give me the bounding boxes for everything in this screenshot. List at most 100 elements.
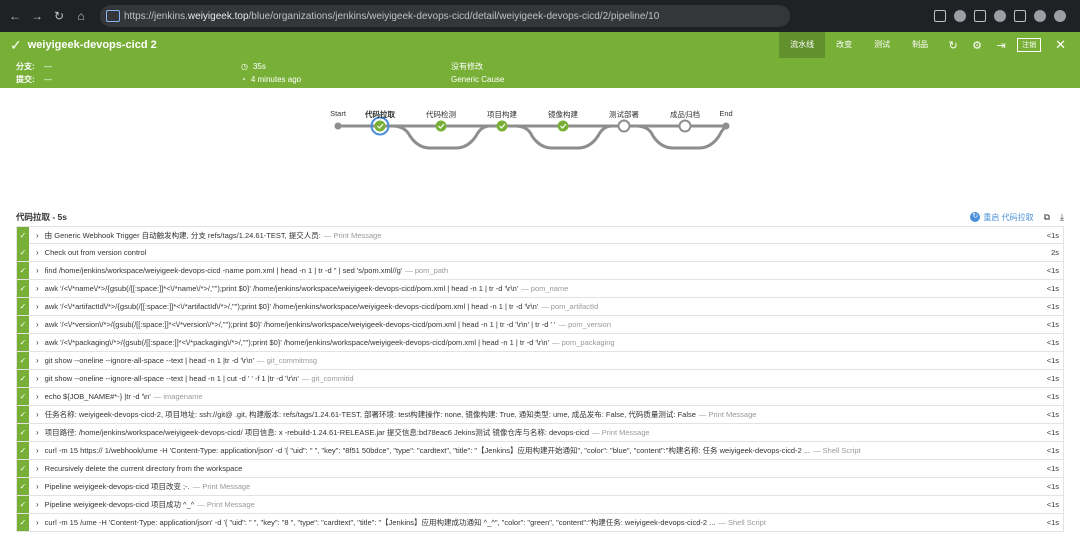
tab-pipeline[interactable]: 流水线 [779,32,826,58]
reader-icon[interactable] [934,10,946,22]
expand-caret-icon[interactable]: › [36,374,39,383]
step-command: git show --oneline --ignore-all-space --… [44,356,255,365]
stage-node-skipped[interactable] [678,119,692,133]
back-icon[interactable]: ← [6,7,24,25]
step-success-icon: ✓ [17,478,29,495]
log-step-row[interactable]: ✓ › find /home/jenkins/workspace/weiyigeek… [16,262,1064,280]
translate-icon[interactable] [974,10,986,22]
browser-toolbar: ← → ↻ ⌂ https://jenkins.weiyigeek.top/bl… [0,0,1080,32]
expand-caret-icon[interactable]: › [36,392,39,401]
puzzle-icon[interactable] [1014,10,1026,22]
classic-view-icon[interactable]: ⇥ [991,39,1011,52]
home-icon[interactable]: ⌂ [72,7,90,25]
extension-icons [934,10,1074,22]
stage-node-success[interactable] [374,120,386,132]
expand-caret-icon[interactable]: › [36,464,39,473]
stage-label-image-build[interactable]: 镜像构建 [548,109,578,120]
extension-icon[interactable] [954,10,966,22]
restart-stage-button[interactable]: ↻ 重启 代码拉取 [970,212,1034,223]
log-step-row[interactable]: ✓ › 项目路径: /home/jenkins/workspace/weiyigee… [16,424,1064,442]
log-step-row[interactable]: ✓ › Recursively delete the current directo… [16,460,1064,478]
expand-caret-icon[interactable]: › [36,338,39,347]
expand-caret-icon[interactable]: › [36,482,39,491]
stage-node-success[interactable] [435,120,447,132]
stage-label-test-deploy[interactable]: 测试部署 [609,109,639,120]
expand-caret-icon[interactable]: › [36,518,39,527]
log-step-row[interactable]: ✓ › awk '/<\/*artifactId\/*>/{gsub(/[[:spa… [16,298,1064,316]
step-type: — pom_version [558,320,612,329]
log-step-row[interactable]: ✓ › awk '/<\/*version\/*>/{gsub(/[[:space:… [16,316,1064,334]
logout-button[interactable]: 注销 [1017,38,1042,52]
log-step-row[interactable]: ✓ › awk '/<\/*name\/*>/{gsub(/[[:space:]]*… [16,280,1064,298]
site-info-icon[interactable] [106,10,120,22]
log-step-row[interactable]: ✓ › 由 Generic Webhook Trigger 自动触发构建, 分支 r… [16,226,1064,244]
step-success-icon: ✓ [17,262,29,279]
avatar[interactable] [1054,10,1066,22]
step-text: Recursively delete the current directory… [45,464,1027,473]
branch-label: 分支: [16,62,35,71]
reload-icon[interactable]: ↻ [50,7,68,25]
step-text: find /home/jenkins/workspace/weiyigeek-d… [45,266,1027,275]
expand-caret-icon[interactable]: › [36,446,39,455]
tab-tests[interactable]: 测试 [863,32,901,58]
restart-icon: ↻ [970,212,981,222]
log-step-row[interactable]: ✓ › awk '/<\/*packaging\/*>/{gsub(/[[:spac… [16,334,1064,352]
log-step-row[interactable]: ✓ › git show --oneline --ignore-all-space … [16,370,1064,388]
expand-caret-icon[interactable]: › [36,266,39,275]
log-step-row[interactable]: ✓ › curl -m 15 https:// 1/webhook/ume -H '… [16,442,1064,460]
stage-label-code-check[interactable]: 代码检测 [426,109,456,120]
expand-caret-icon[interactable]: › [36,410,39,419]
tab-artifacts[interactable]: 制品 [901,32,939,58]
changes-value: 没有修改 [451,62,483,71]
profile-icon[interactable] [1034,10,1046,22]
open-external-icon[interactable]: ⧉ [1044,212,1050,223]
step-duration: <1s [1046,446,1059,455]
log-step-row[interactable]: ✓ › curl -m 15 /ume -H 'Content-Type: appl… [16,514,1064,532]
log-step-row[interactable]: ✓ › Pipeline weiyigeek-devops-cicd 项目改变 ;-… [16,478,1064,496]
expand-caret-icon[interactable]: › [36,500,39,509]
expand-caret-icon[interactable]: › [36,428,39,437]
log-step-row[interactable]: ✓ › Check out from version control 2s [16,244,1064,262]
expand-caret-icon[interactable]: › [36,356,39,365]
expand-caret-icon[interactable]: › [36,302,39,311]
stage-node-skipped[interactable] [617,119,631,133]
close-icon[interactable]: ✕ [1055,37,1066,53]
log-step-row[interactable]: ✓ › 任务名称: weiyigeek-devops-cicd-2, 项目地址: s… [16,406,1064,424]
step-type: — pom_artifactId [541,302,599,311]
step-duration: <1s [1046,410,1059,419]
address-bar[interactable]: https://jenkins.weiyigeek.top/blue/organ… [100,5,790,27]
commit-label: 提交: [16,75,35,84]
step-success-icon: ✓ [17,496,29,513]
step-command: Recursively delete the current directory… [44,464,243,473]
log-step-row[interactable]: ✓ › git show --oneline --ignore-all-space … [16,352,1064,370]
tab-changes[interactable]: 改变 [825,32,863,58]
expand-caret-icon[interactable]: › [36,284,39,293]
download-icon[interactable]: ⤓ [1060,212,1064,223]
step-success-icon: ✓ [17,388,29,405]
expand-caret-icon[interactable]: › [36,248,39,257]
step-duration: <1s [1046,230,1059,240]
end-node [722,122,730,130]
rerun-icon[interactable]: ↻ [943,39,963,52]
step-duration: <1s [1046,518,1059,527]
step-success-icon: ✓ [17,280,29,297]
step-text: Pipeline weiyigeek-devops-cicd 项目成功 ^_^ —… [45,499,1027,510]
gear-icon[interactable]: ⚙ [967,39,987,52]
step-type: — Print Message [592,428,650,437]
stage-label-archive[interactable]: 成品归档 [670,109,700,120]
expand-caret-icon[interactable]: › [36,231,39,240]
stage-node-success[interactable] [557,120,569,132]
stage-node-success[interactable] [496,120,508,132]
forward-icon[interactable]: → [28,7,46,25]
log-step-row[interactable]: ✓ › echo ${JOB_NAME#*-} |tr -d '\n' — image… [16,388,1064,406]
step-success-icon: ✓ [17,514,29,531]
step-command: awk '/<\/*artifactId\/*>/{gsub(/[[:space… [44,302,539,311]
expand-caret-icon[interactable]: › [36,320,39,329]
step-command: curl -m 15 /ume -H 'Content-Type: applic… [44,518,716,527]
pipeline-graph: Start 代码拉取 代码检测 项目构建 镜像构建 测试部署 成品归档 End [0,88,1080,198]
stage-label-checkout[interactable]: 代码拉取 [365,109,395,120]
extension-icon[interactable] [994,10,1006,22]
step-text: awk '/<\/*name\/*>/{gsub(/[[:space:]]*<\… [45,284,1027,293]
log-step-row[interactable]: ✓ › Pipeline weiyigeek-devops-cicd 项目成功 ^_… [16,496,1064,514]
stage-label-build[interactable]: 项目构建 [487,109,517,120]
